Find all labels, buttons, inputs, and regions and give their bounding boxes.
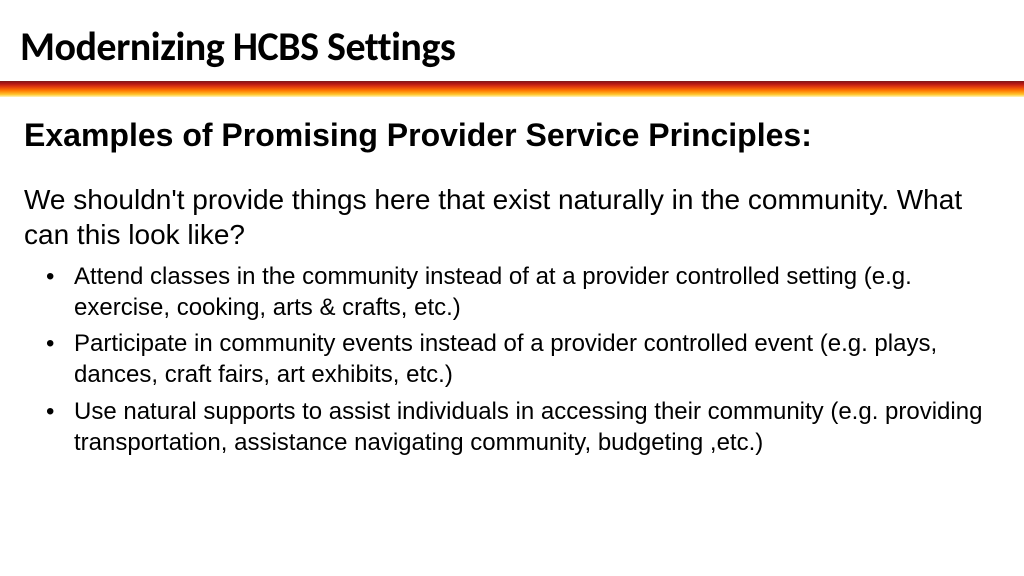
list-item: Use natural supports to assist individua… [46,397,1000,458]
divider-gradient [0,81,1024,97]
page-title: Modernizing HCBS Settings [20,22,1004,71]
subtitle: Examples of Promising Provider Service P… [24,117,1000,154]
slide: Modernizing HCBS Settings Examples of Pr… [0,0,1024,576]
list-item: Participate in community events instead … [46,329,1000,390]
intro-text: We shouldn't provide things here that ex… [24,182,1000,252]
list-item: Attend classes in the community instead … [46,262,1000,323]
content-area: Examples of Promising Provider Service P… [0,97,1024,464]
bullet-list: Attend classes in the community instead … [24,262,1000,458]
title-area: Modernizing HCBS Settings [0,0,1024,81]
